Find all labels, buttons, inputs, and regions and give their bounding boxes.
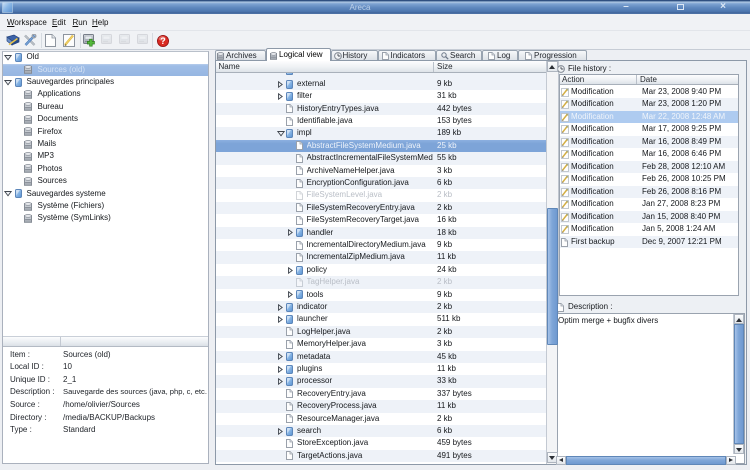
svg-text:?: ? [160, 36, 166, 46]
